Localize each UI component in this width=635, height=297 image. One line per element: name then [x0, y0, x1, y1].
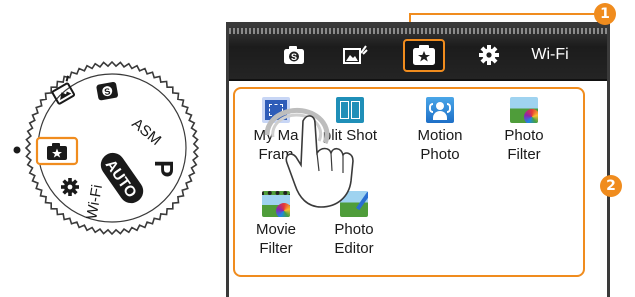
dial-label-p: P	[149, 160, 179, 177]
callout-badge-1: 1	[594, 3, 616, 25]
smart-dial-icon: S	[96, 82, 118, 101]
dial-indicator-dot	[13, 146, 21, 154]
callout-badge-2: 2	[600, 175, 622, 197]
gear-dial-icon	[61, 178, 79, 196]
camera-screen: S Wi-Fi My Ma Fram plit Shot Motion Phot…	[226, 22, 610, 297]
touch-overlay	[264, 107, 354, 208]
callout-number: 2	[606, 178, 616, 194]
diagram-stage: S ASM P AUTO Wi-Fi S Wi-Fi My Ma Fram pl…	[0, 0, 635, 297]
callout-number: 1	[600, 6, 610, 22]
